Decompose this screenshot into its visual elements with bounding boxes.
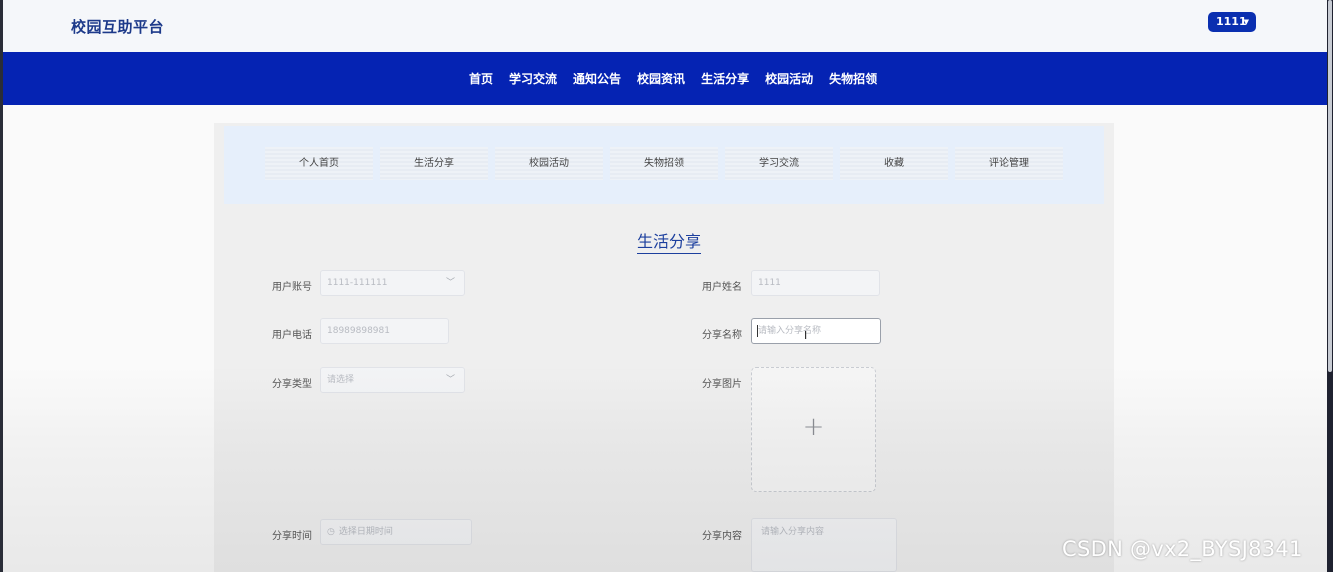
scrollbar-thumb[interactable] <box>1328 0 1332 372</box>
caret-down-icon: ▼ <box>1243 18 1249 26</box>
share-content-textarea[interactable]: 请输入分享内容 <box>751 518 897 572</box>
share-content-placeholder: 请输入分享内容 <box>761 527 825 537</box>
subnav-item-lost-found[interactable]: 失物招领 <box>610 147 718 180</box>
site-brand[interactable]: 校园互助平台 <box>71 16 164 37</box>
subnav-item-favorites[interactable]: 收藏 <box>840 147 948 180</box>
account-value: 1111-111111 <box>327 278 388 288</box>
page-title: 生活分享 <box>637 228 702 254</box>
share-type-select[interactable]: 请选择 ﹀ <box>320 367 465 393</box>
nav-item-activities[interactable]: 校园活动 <box>765 70 813 87</box>
chevron-down-icon: ﹀ <box>445 278 455 288</box>
nav-item-notice[interactable]: 通知公告 <box>573 70 621 87</box>
phone-label: 用户电话 <box>272 330 312 341</box>
top-header: 校园互助平台 1111 ▼ <box>3 0 1327 52</box>
share-type-label: 分享类型 <box>272 379 312 390</box>
image-upload-box[interactable]: + <box>751 367 876 492</box>
username-label: 用户姓名 <box>702 282 742 293</box>
nav-item-life-share[interactable]: 生活分享 <box>701 70 749 87</box>
plus-icon: + <box>802 412 825 442</box>
account-select[interactable]: 1111-111111 ﹀ <box>320 270 465 296</box>
share-image-label: 分享图片 <box>702 379 742 390</box>
share-time-picker[interactable]: ◷ 选择日期时间 <box>320 519 472 545</box>
share-name-placeholder: 请输入分享名称 <box>758 326 822 336</box>
account-label: 用户账号 <box>272 282 312 293</box>
ibeam-cursor-icon: Ⅰ <box>804 329 808 342</box>
nav-menu: 首页 学习交流 通知公告 校园资讯 生活分享 校园活动 失物招领 <box>469 70 893 87</box>
text-caret <box>757 325 758 337</box>
nav-item-home[interactable]: 首页 <box>469 70 493 87</box>
username-value: 1111 <box>758 278 781 288</box>
chevron-down-icon: ﹀ <box>445 375 455 385</box>
share-time-placeholder: 选择日期时间 <box>338 527 393 537</box>
user-menu-label: 1111 <box>1216 15 1247 28</box>
share-content-label: 分享内容 <box>702 531 742 542</box>
share-name-label: 分享名称 <box>702 330 742 341</box>
nav-item-study[interactable]: 学习交流 <box>509 70 557 87</box>
share-name-input[interactable]: 请输入分享名称 Ⅰ <box>751 318 881 344</box>
nav-item-lost-found[interactable]: 失物招领 <box>829 70 877 87</box>
user-menu-button[interactable]: 1111 ▼ <box>1208 12 1256 32</box>
main-navbar: 首页 学习交流 通知公告 校园资讯 生活分享 校园活动 失物招领 <box>3 52 1327 105</box>
subnav-item-activities[interactable]: 校园活动 <box>495 147 603 180</box>
subnav-item-comments[interactable]: 评论管理 <box>955 147 1063 180</box>
phone-field[interactable]: 18989898981 <box>320 318 449 344</box>
share-type-placeholder: 请选择 <box>327 375 355 385</box>
phone-value: 18989898981 <box>327 326 390 336</box>
share-time-label: 分享时间 <box>272 531 312 542</box>
subnav-item-profile[interactable]: 个人首页 <box>265 147 373 180</box>
subnav-item-life-share[interactable]: 生活分享 <box>380 147 488 180</box>
user-center-subnav: 个人首页 生活分享 校园活动 失物招领 学习交流 收藏 评论管理 <box>224 126 1104 204</box>
username-field[interactable]: 1111 <box>751 270 880 296</box>
watermark-text: CSDN @vx2_BYSJ8341 <box>1062 537 1303 561</box>
clock-icon: ◷ <box>327 527 335 537</box>
nav-item-news[interactable]: 校园资讯 <box>637 70 685 87</box>
subnav-item-study[interactable]: 学习交流 <box>725 147 833 180</box>
